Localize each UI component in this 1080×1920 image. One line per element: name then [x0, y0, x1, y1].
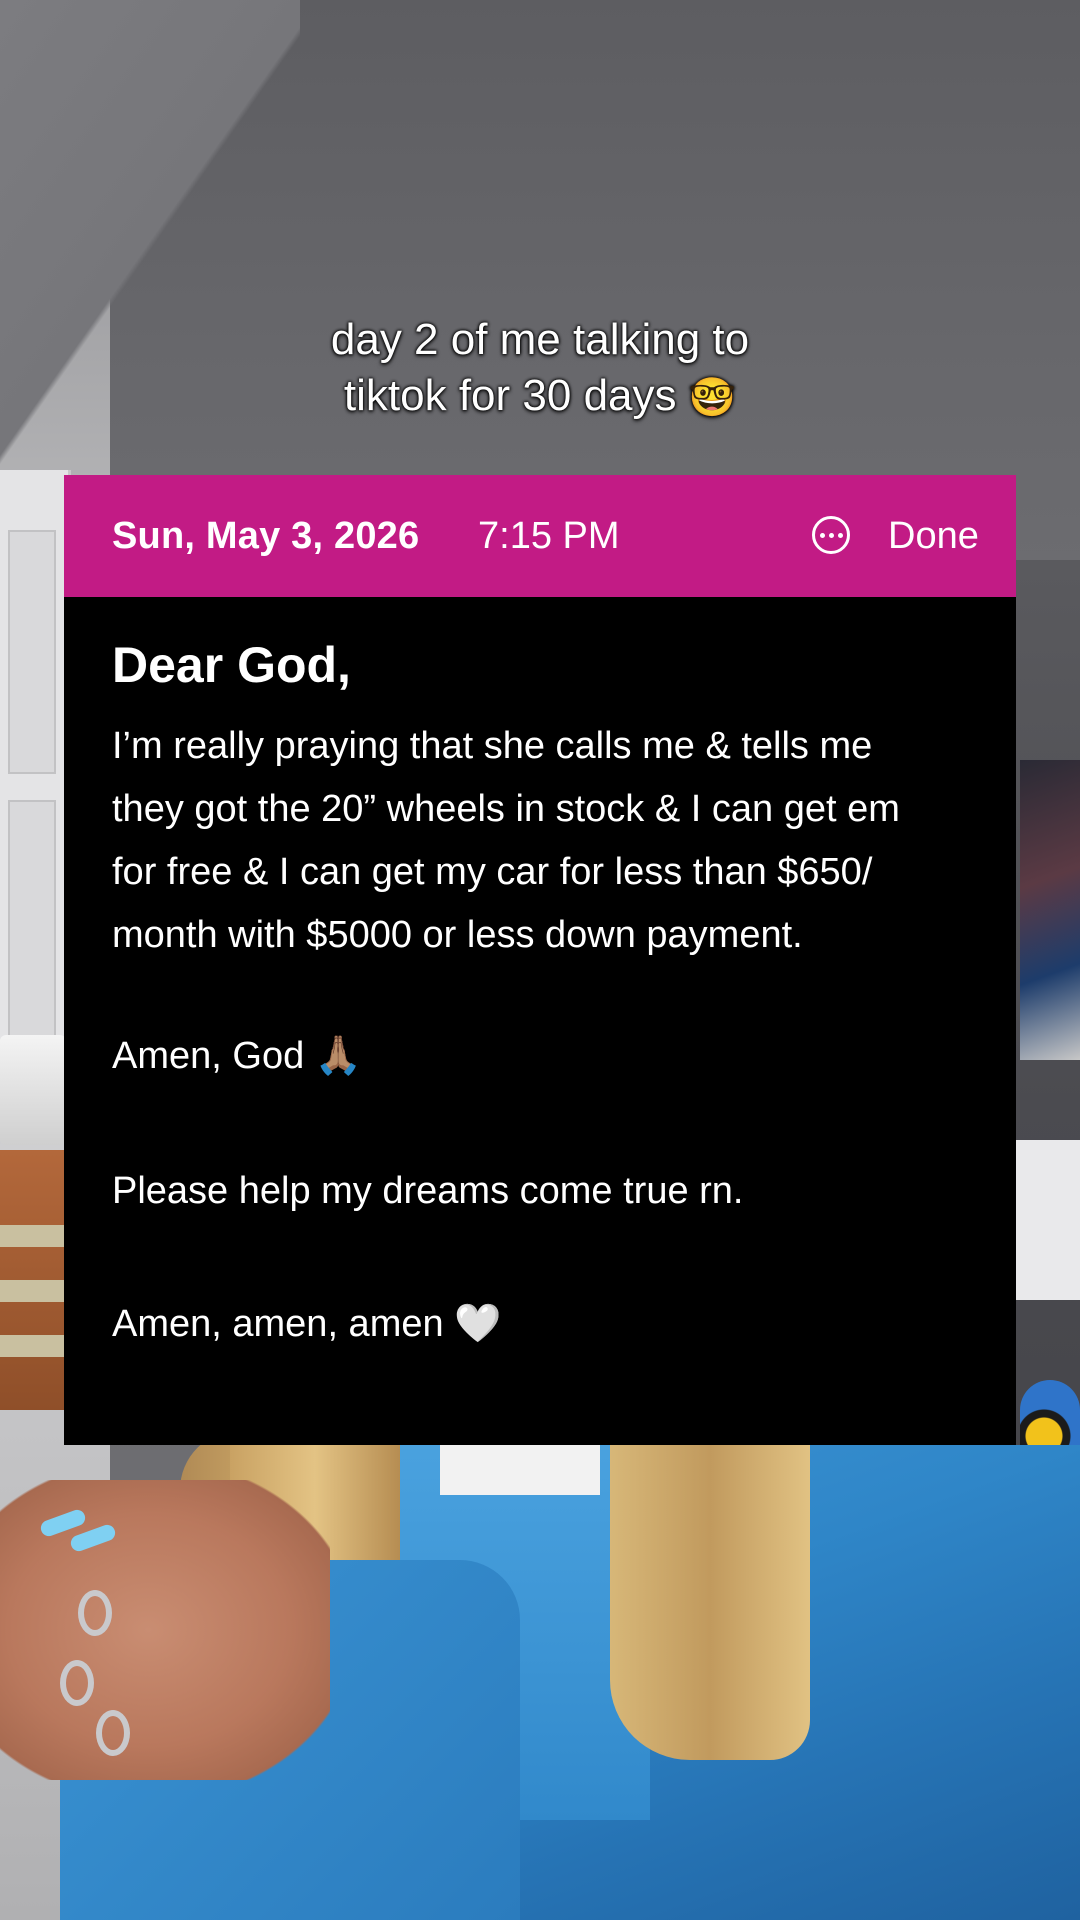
wall-ceiling-edge — [0, 0, 300, 520]
nerd-face-emoji-icon: 🤓 — [688, 377, 737, 419]
door-panel — [8, 530, 56, 774]
ring — [96, 1710, 130, 1756]
hoodie-print — [440, 1445, 600, 1495]
note-header: Sun, May 3, 2026 7:15 PM Done — [64, 475, 1016, 597]
note-card: Sun, May 3, 2026 7:15 PM Done Dear God, … — [64, 475, 1016, 1445]
dresser — [0, 1150, 66, 1410]
note-paragraph: Please help my dreams come true rn. — [112, 1170, 744, 1212]
note-paragraph: Amen, God 🙏🏽 — [112, 1035, 363, 1077]
door-panel — [8, 800, 56, 1064]
note-body[interactable]: Dear God, I’m really praying that she ca… — [112, 635, 992, 1345]
caption-line-2-text: tiktok for 30 days — [343, 371, 677, 420]
caption-line-2: tiktok for 30 days 🤓 — [0, 368, 1080, 426]
ellipsis-circle-icon[interactable] — [812, 516, 850, 554]
ring — [60, 1660, 94, 1706]
done-button[interactable]: Done — [888, 475, 979, 597]
printer — [0, 1035, 66, 1145]
note-paragraph: I’m really praying that she calls me & t… — [112, 725, 900, 956]
poster — [1020, 760, 1080, 1060]
hair-strand — [610, 1440, 810, 1760]
video-caption: day 2 of me talking to tiktok for 30 day… — [0, 312, 1080, 426]
note-paragraph: Amen, amen, amen 🤍 — [112, 1303, 502, 1345]
note-time: 7:15 PM — [478, 515, 620, 557]
door — [0, 470, 71, 1090]
shelf — [1016, 1140, 1080, 1300]
note-title: Dear God, — [112, 637, 351, 693]
ring — [78, 1590, 112, 1636]
caption-line-1: day 2 of me talking to — [330, 315, 750, 364]
note-date: Sun, May 3, 2026 — [112, 515, 420, 557]
